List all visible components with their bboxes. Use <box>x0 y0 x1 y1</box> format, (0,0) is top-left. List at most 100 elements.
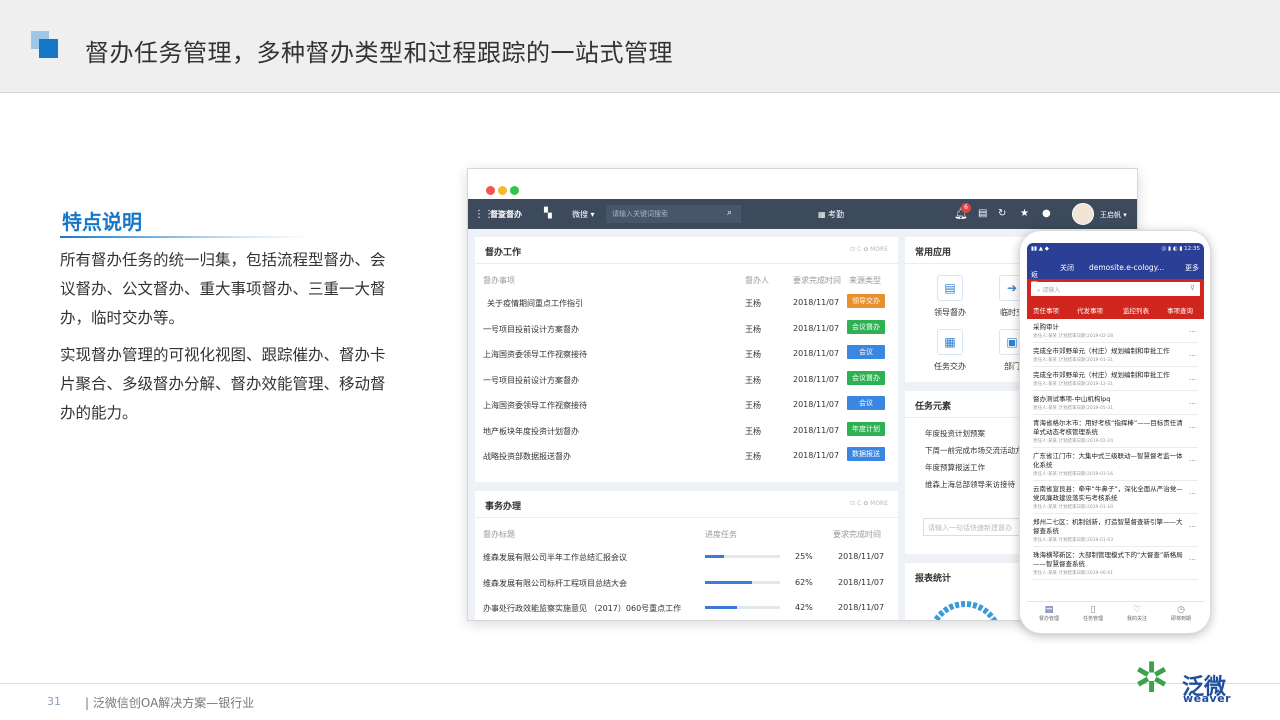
row-title[interactable]: 维森发展有限公司半年工作总结汇报会议 <box>483 552 627 563</box>
list-item[interactable]: 广东省江门市：大集中式三级联动—智慧督考监一体化系统 责任人:某某 计划结束日期:… <box>1033 448 1198 481</box>
more-icon[interactable]: … <box>1189 422 1196 430</box>
list-item[interactable]: 督办测试事项-中山机构lpq 责任人:某某 计划结束日期:2019-05-31… <box>1033 391 1198 415</box>
quick-create-input[interactable]: 请输入一句话快速新建督办 <box>923 518 1033 536</box>
row-item[interactable]: 关于疫情期间重点工作指引 <box>487 298 583 309</box>
more-icon[interactable]: … <box>1189 326 1196 334</box>
avatar[interactable] <box>1072 203 1094 225</box>
element-item[interactable]: 维森上海总部领导来访接待 <box>925 479 1015 490</box>
more-icon[interactable]: … <box>1189 554 1196 562</box>
more-icon[interactable]: … <box>1189 455 1196 463</box>
app-brand[interactable]: 督查督办 <box>490 209 522 220</box>
search-icon[interactable]: ⌕ <box>727 208 732 218</box>
bottom-nav-icon: ▤ <box>1044 605 1054 615</box>
list-item[interactable]: 郑州二七区：机制创新，打造智慧督查新引擎——大督查系统 责任人:某某 计划结束日期… <box>1033 514 1198 547</box>
more-icon[interactable]: … <box>1189 398 1196 406</box>
progress-bar <box>705 580 780 584</box>
app-shortcut[interactable]: ▦ 任务交办 <box>920 329 980 372</box>
phone-tab[interactable]: 责任事项 <box>1033 305 1059 315</box>
maximize-dot-icon[interactable] <box>510 186 519 195</box>
row-item[interactable]: 上海国资委领导工作视察接待 <box>483 400 587 411</box>
list-item[interactable]: 完成全市郊野单元（村庄）规划编制和审批工作 责任人:某某 计划结束日期:2019-… <box>1033 343 1198 367</box>
table-row[interactable]: 一号项目投前设计方案督办 王杨 2018/11/07 会议督办 <box>475 316 898 342</box>
progress-percent: 25% <box>795 552 813 561</box>
attendance-button[interactable]: ▦ 考勤 <box>818 209 844 220</box>
bottom-nav-item[interactable]: ▯ 任务管理 <box>1071 605 1115 622</box>
row-title[interactable]: 维森发展有限公司标杆工程项目总结大会 <box>483 578 627 589</box>
header-progress: 进度任务 <box>705 530 737 539</box>
list-item[interactable]: 珠海横琴新区：大部制管理模式下的“大督查”新格局——智慧督查系统 责任人:某某 计… <box>1033 547 1198 580</box>
row-item[interactable]: 战略投资部数据报送督办 <box>483 451 571 462</box>
more-icon[interactable]: … <box>1189 374 1196 382</box>
table-row[interactable]: 地产板块年度投资计划督办 王杨 2018/11/07 年度计划 <box>475 418 898 444</box>
close-button[interactable]: 关闭 <box>1060 263 1074 273</box>
type-badge: 年度计划 <box>847 421 885 436</box>
bottom-nav-icon: ▯ <box>1090 605 1096 615</box>
user-name[interactable]: 王启帆 ▾ <box>1100 210 1127 220</box>
filter-icon[interactable]: ⊽ <box>1190 284 1195 292</box>
list-item[interactable]: 采购审计 责任人:某某 计划结束日期:2019-02-28… <box>1033 319 1198 343</box>
table-row[interactable]: 维森发展有限公司标杆工程项目总结大会 62% 2018/11/07 <box>475 570 898 596</box>
row-item[interactable]: 一号项目投前设计方案督办 <box>483 375 579 386</box>
card-tools[interactable]: ⊡ C ✿ MORE <box>850 246 888 253</box>
list-item-sub: 责任人:某某 计划结束日期:2019-01-10 <box>1033 505 1114 510</box>
row-item[interactable]: 上海国资委领导工作视察接待 <box>483 349 587 360</box>
row-title[interactable]: 办事处行政效能监察实施意见 （2017）060号重点工作 <box>483 603 681 614</box>
type-badge: 会议 <box>847 345 885 359</box>
phone-tab[interactable]: 事项查询 <box>1167 305 1193 315</box>
more-button[interactable]: 更多 <box>1185 263 1199 273</box>
refresh-icon[interactable]: ↻ <box>998 208 1006 219</box>
table-row[interactable]: 办事处行政效能监察实施意见 （2017）060号重点工作 42% 2018/11/0… <box>475 595 898 620</box>
element-item[interactable]: 年度预算报送工作 <box>925 462 985 473</box>
row-date: 2018/11/07 <box>793 451 840 460</box>
card-title: 事务办理 <box>485 502 522 512</box>
apps-icon[interactable]: ▚ <box>544 208 552 219</box>
bottom-nav-item[interactable]: ♡ 我的关注 <box>1115 605 1159 622</box>
progress-bar <box>705 606 780 609</box>
bottom-nav-item[interactable]: ▤ 督办管理 <box>1027 605 1071 622</box>
phone-tab[interactable]: 代发事项 <box>1077 305 1103 315</box>
search-icon: ⌕ <box>1037 287 1041 294</box>
more-icon[interactable]: … <box>1189 350 1196 358</box>
row-date: 2018/11/07 <box>838 577 885 587</box>
element-item[interactable]: 年度投资计划预案 <box>925 428 985 439</box>
app-label: 领导督办 <box>934 308 966 317</box>
search-scope-dropdown[interactable]: 微搜 ▾ <box>572 209 595 220</box>
header-date: 要求完成时间 <box>793 276 841 285</box>
table-row[interactable]: 一号项目投前设计方案督办 王杨 2018/11/07 会议督办 <box>475 367 898 393</box>
card-title: 督办工作 <box>485 248 522 258</box>
progress-fill <box>705 606 737 609</box>
minimize-dot-icon[interactable] <box>498 186 507 195</box>
table-row[interactable]: 上海国资委领导工作视察接待 王杨 2018/11/07 会议 <box>475 341 898 367</box>
bottom-nav-item[interactable]: ◷ 即将到期 <box>1159 605 1203 622</box>
progress-fill <box>705 580 752 584</box>
card-title: 任务元素 <box>915 402 952 412</box>
table-row[interactable]: 关于疫情期间重点工作指引 王杨 2018/11/07 领导交办 <box>475 290 898 316</box>
top-search-input[interactable]: 请输入关键词搜索 <box>606 205 741 223</box>
close-dot-icon[interactable] <box>486 186 495 195</box>
element-item[interactable]: 下周一前完成市场交流活动方案 <box>925 445 1030 456</box>
chat-icon[interactable]: ● <box>1042 208 1051 219</box>
card-tools[interactable]: ⊡ C ✿ MORE <box>850 500 888 507</box>
list-item[interactable]: 云南省宣良县：牵牢“牛鼻子”，深化全面从严治党—党风廉政建设落实与考核系统 责任人… <box>1033 481 1198 514</box>
phone-search-bar: ⌕ 请输入 ⊽ <box>1027 279 1204 299</box>
features-paragraph-1: 所有督办任务的统一归集，包括流程型督办、会议督办、公文督办、重大事项督办、三重一… <box>60 251 386 327</box>
more-icon[interactable]: … <box>1189 521 1196 529</box>
star-icon[interactable]: ★ <box>1020 208 1029 219</box>
table-row[interactable]: 战略投资部数据报送督办 王杨 2018/11/07 数据报送 <box>475 443 898 469</box>
phone-search-input[interactable]: ⌕ 请输入 ⊽ <box>1031 282 1200 296</box>
calendar-icon[interactable]: ▤ <box>978 208 987 219</box>
app-shortcut[interactable]: ▤ 领导督办 <box>920 275 980 318</box>
bottom-nav-icon: ◷ <box>1177 605 1185 615</box>
table-row[interactable]: 维森发展有限公司半年工作总结汇报会议 25% 2018/11/07 <box>475 544 898 570</box>
phone-tab[interactable]: 监控列表 <box>1123 305 1149 315</box>
row-item[interactable]: 一号项目投前设计方案督办 <box>483 324 579 335</box>
table-row[interactable]: 上海国资委领导工作视察接待 王杨 2018/11/07 会议 <box>475 392 898 418</box>
page-title: 督办任务管理，多种督办类型和过程跟踪的一站式管理 <box>85 39 673 67</box>
features-paragraph-2: 实现督办管理的可视化视图、跟踪催办、督办卡片聚合、多级督办分解、督办效能管理、移… <box>60 346 386 422</box>
list-item[interactable]: 完成全市郊野单元（村庄）规划编制和审批工作 责任人:某某 计划结束日期:2019-… <box>1033 367 1198 391</box>
row-item[interactable]: 地产板块年度投资计划督办 <box>483 426 579 437</box>
type-badge: 会议督办 <box>847 319 885 334</box>
row-person: 王杨 <box>745 452 761 461</box>
more-icon[interactable]: … <box>1189 488 1196 496</box>
list-item[interactable]: 青海省格尔木市：用好考核“指挥棒”——目标责任清单式动态考核管理系统 责任人:某某… <box>1033 415 1198 448</box>
